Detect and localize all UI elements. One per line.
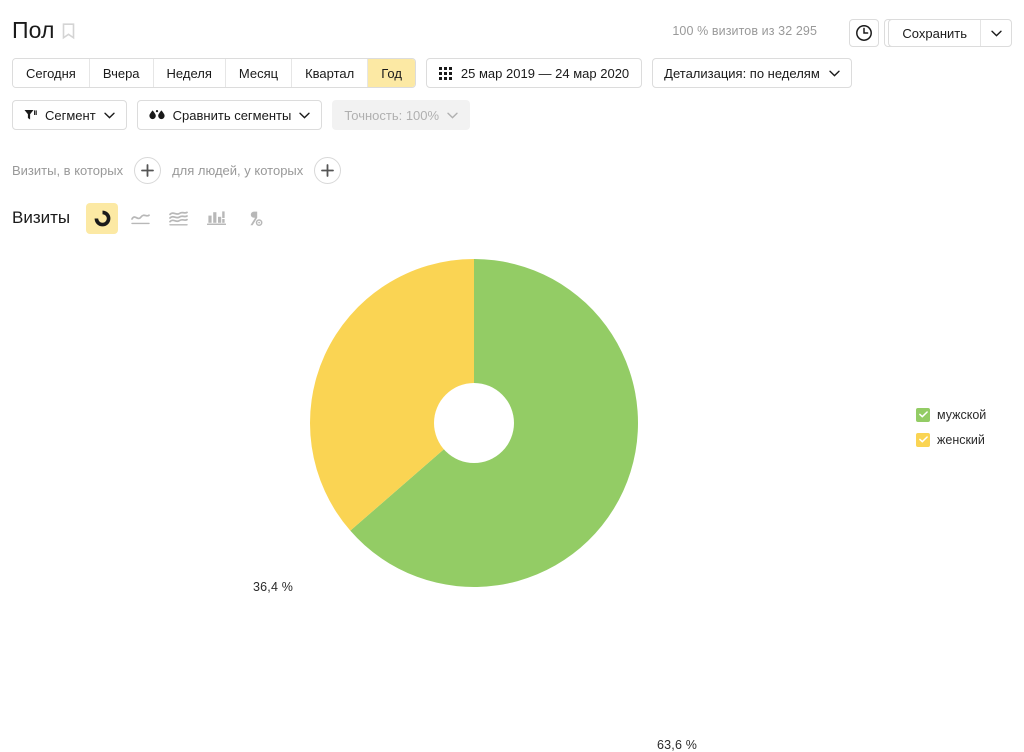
legend-label-male: мужской xyxy=(937,407,987,422)
add-people-filter-button[interactable] xyxy=(314,156,342,184)
compare-segments-label: Сравнить сегменты xyxy=(172,107,292,123)
date-range-label: 25 мар 2019 — 24 мар 2020 xyxy=(460,65,630,81)
period-month[interactable]: Месяц xyxy=(225,59,293,87)
filter-builder-row: Визиты, в которых для людей, у которых xyxy=(12,155,352,185)
donut-label-female: 36,4 % xyxy=(253,580,294,594)
period-week[interactable]: Неделя xyxy=(153,59,226,87)
period-toolbar: Сегодня Вчера Неделя Месяц Квартал Год 2… xyxy=(12,58,852,88)
pie-chart-icon[interactable] xyxy=(86,202,119,234)
calendar-icon xyxy=(438,66,452,80)
chevron-down-icon xyxy=(447,112,458,119)
donut-chart-area: 36,4 % 63,6 % xyxy=(0,240,1024,752)
period-quarter[interactable]: Квартал xyxy=(292,59,369,87)
compare-drops-icon xyxy=(149,109,165,122)
detail-level-label: Детализация: по неделям xyxy=(664,65,820,81)
donut-label-male: 63,6 % xyxy=(657,738,698,752)
area-chart-icon[interactable] xyxy=(162,203,194,234)
legend-item-male[interactable]: мужской xyxy=(916,404,1011,425)
add-visit-filter-button[interactable] xyxy=(134,156,162,184)
detail-level-select[interactable]: Детализация: по неделям xyxy=(652,58,852,88)
clock-icon[interactable] xyxy=(849,19,879,47)
segment-label: Сегмент xyxy=(45,107,96,123)
bar-chart-icon[interactable] xyxy=(200,203,232,234)
plus-icon xyxy=(141,163,154,177)
segment-button[interactable]: Сегмент xyxy=(12,100,127,130)
chevron-down-icon xyxy=(103,112,115,119)
accuracy-button[interactable]: Точность: 100% xyxy=(332,100,471,130)
chart-legend: мужской женский xyxy=(916,404,1011,454)
metric-toolbar: Визиты xyxy=(12,202,276,234)
period-year[interactable]: Год xyxy=(368,59,415,87)
chevron-down-icon xyxy=(829,70,840,77)
funnel-icon xyxy=(24,109,37,121)
save-button-group[interactable]: Сохранить xyxy=(888,19,1012,47)
chevron-down-icon[interactable] xyxy=(980,20,1011,46)
bookmark-outline-icon[interactable] xyxy=(62,23,75,40)
donut-chart[interactable] xyxy=(0,240,1024,661)
page-title: Пол xyxy=(12,17,55,43)
accuracy-label: Точность: 100% xyxy=(344,107,440,123)
period-today[interactable]: Сегодня xyxy=(13,59,90,87)
chevron-down-icon xyxy=(299,112,311,119)
segment-toolbar: Сегмент Сравнить сегменты Точность: 100% xyxy=(12,100,480,130)
visits-filter-label: Визиты, в которых xyxy=(12,162,124,178)
save-button[interactable]: Сохранить xyxy=(889,20,980,46)
period-preset-group[interactable]: Сегодня Вчера Неделя Месяц Квартал Год xyxy=(12,58,416,88)
page-header: Пол 100 % визитов из 32 295 Сохранить xyxy=(0,0,1024,52)
period-yesterday[interactable]: Вчера xyxy=(89,59,154,87)
legend-checkbox-female[interactable] xyxy=(916,432,930,447)
visits-share-note: 100 % визитов из 32 295 xyxy=(672,24,817,38)
legend-item-female[interactable]: женский xyxy=(916,429,1011,450)
compare-segments-button[interactable]: Сравнить сегменты xyxy=(136,100,323,130)
metric-name: Визиты xyxy=(12,208,71,227)
line-chart-icon[interactable] xyxy=(124,203,156,234)
legend-label-female: женский xyxy=(937,432,985,447)
legend-checkbox-male[interactable] xyxy=(916,407,930,422)
people-filter-label: для людей, у которых xyxy=(172,162,304,178)
map-pin-icon[interactable] xyxy=(238,203,270,234)
date-range-picker[interactable]: 25 мар 2019 — 24 мар 2020 xyxy=(425,58,643,88)
plus-icon xyxy=(321,163,335,177)
donut-center-hole xyxy=(434,383,514,463)
